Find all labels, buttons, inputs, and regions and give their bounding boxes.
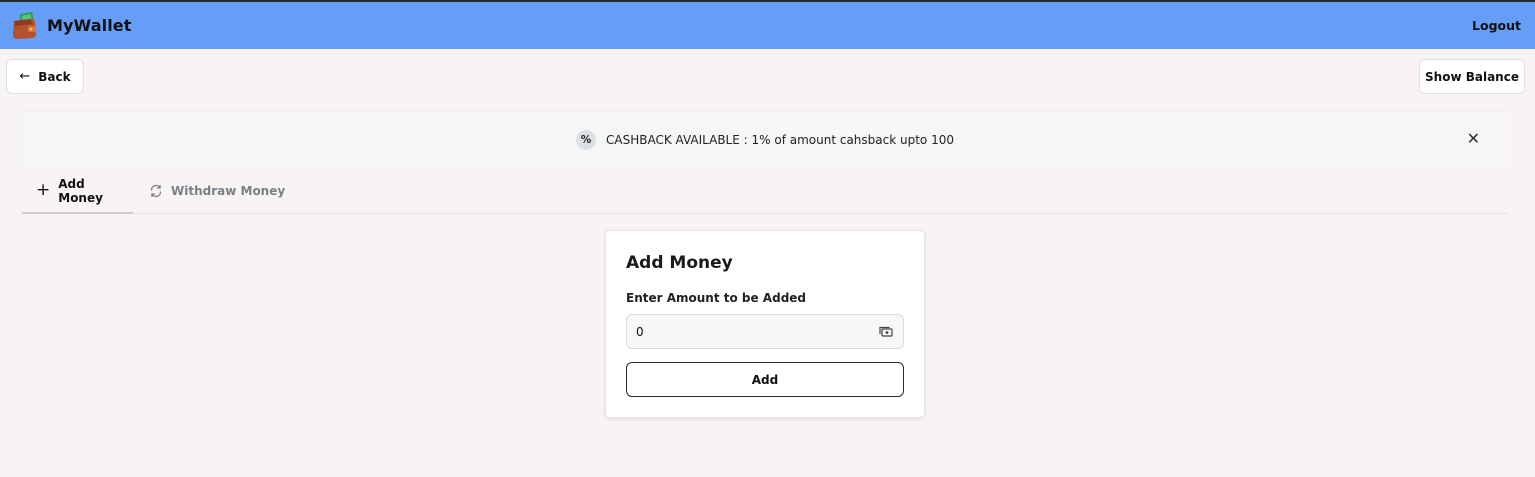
tab-add-money-label: Add Money [58, 176, 103, 205]
tab-add-money[interactable]: + Add Money [22, 169, 133, 214]
show-balance-button[interactable]: Show Balance [1419, 59, 1525, 94]
brand[interactable]: MyWallet [11, 11, 132, 40]
money-icon [879, 326, 893, 337]
tab-withdraw-money[interactable]: Withdraw Money [146, 169, 285, 213]
logout-link[interactable]: Logout [1472, 18, 1521, 33]
cashback-banner: % CASHBACK AVAILABLE : 1% of amount cahs… [22, 110, 1508, 168]
add-button-label: Add [751, 372, 779, 387]
close-icon[interactable]: ✕ [1467, 130, 1480, 148]
cashback-text: CASHBACK AVAILABLE : 1% of amount cahsba… [606, 132, 954, 147]
back-button[interactable]: ← Back [6, 59, 84, 94]
amount-input[interactable] [636, 324, 856, 339]
plus-icon: + [36, 180, 51, 200]
show-balance-label: Show Balance [1425, 69, 1519, 84]
add-button[interactable]: Add [626, 362, 904, 397]
arrow-left-icon: ← [19, 69, 31, 84]
refresh-icon [150, 184, 162, 198]
back-button-label: Back [38, 69, 71, 84]
add-money-card: Add Money Enter Amount to be Added Add [605, 230, 925, 418]
amount-field[interactable] [626, 314, 904, 349]
percent-icon: % [576, 129, 596, 150]
app-name: MyWallet [47, 16, 132, 35]
wallet-logo-icon [13, 11, 36, 39]
top-bar: MyWallet Logout [0, 0, 1535, 49]
card-title: Add Money [626, 253, 733, 273]
tab-withdraw-money-label: Withdraw Money [171, 184, 286, 198]
money-tabs: + Add Money Withdraw Money [22, 169, 1508, 214]
amount-label: Enter Amount to be Added [626, 291, 807, 305]
